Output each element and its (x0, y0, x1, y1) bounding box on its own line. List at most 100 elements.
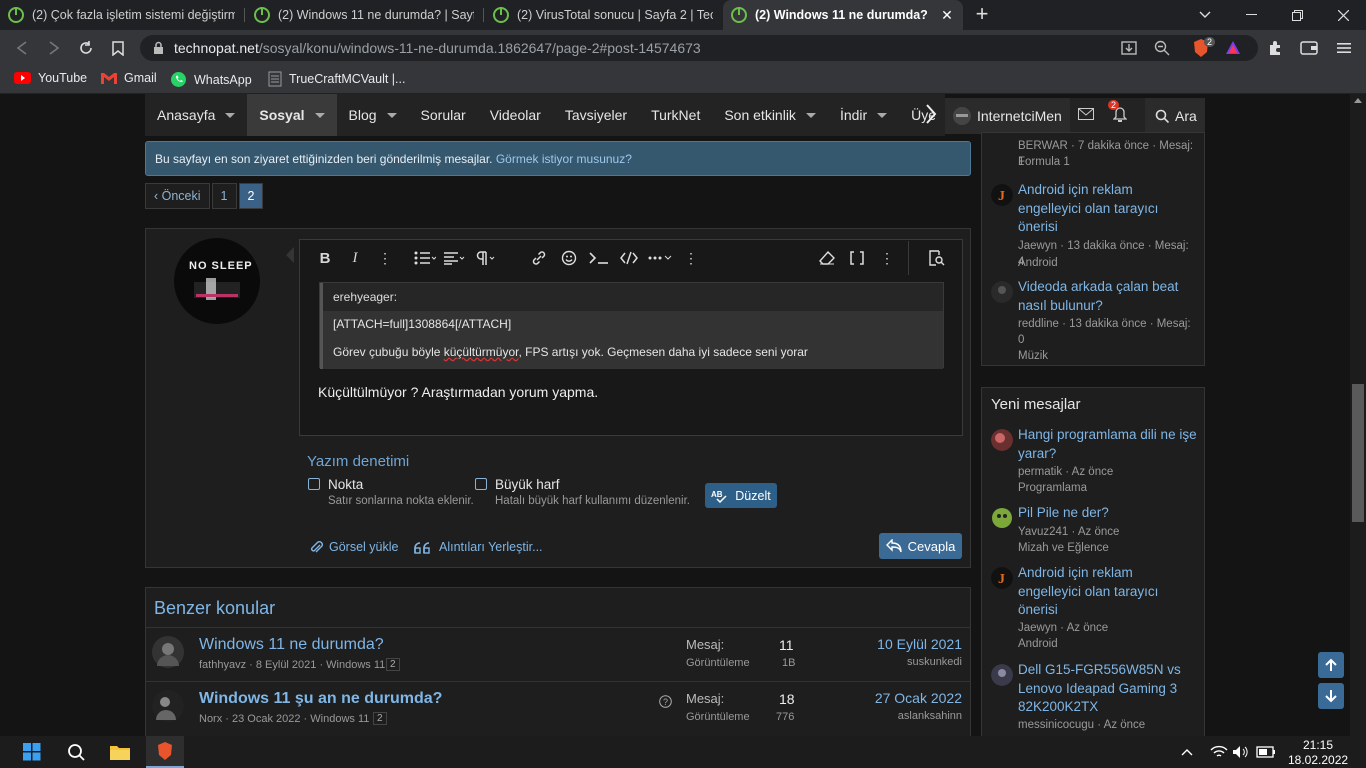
inbox-icon[interactable] (1078, 108, 1094, 120)
forward-icon[interactable] (43, 37, 65, 59)
scroll-bottom-button[interactable] (1318, 683, 1344, 709)
thread-title-link[interactable]: Windows 11 ne durumda? (199, 636, 384, 654)
message-editor[interactable]: B I ⋮ ⋮ ⋮ erehyeager: [ATTACH=full]13088… (299, 239, 963, 436)
bookmark-truecraft[interactable]: TrueCraftMCVault |... (268, 71, 405, 87)
thread-title-link[interactable]: Windows 11 şu an ne durumda? (199, 690, 442, 708)
menu-icon[interactable] (1333, 37, 1355, 59)
nokta-checkbox[interactable] (308, 478, 320, 490)
smiley-icon[interactable] (554, 243, 584, 273)
search-button[interactable]: Ara (1145, 98, 1205, 134)
code-icon[interactable] (614, 243, 644, 273)
bold-icon[interactable]: B (310, 243, 340, 273)
page-scrollbar[interactable] (1350, 94, 1366, 736)
buyuk-harf-checkbox[interactable] (475, 478, 487, 490)
wifi-icon[interactable] (1208, 736, 1230, 768)
tray-chevron-icon[interactable] (1176, 736, 1198, 768)
bookmark-icon[interactable] (107, 37, 129, 59)
system-clock[interactable]: 21:15 18.02.2022 (1288, 738, 1348, 768)
close-window-button[interactable] (1320, 0, 1366, 30)
battery-icon[interactable] (1255, 736, 1277, 768)
more-options-icon[interactable]: ⋮ (676, 243, 706, 273)
gmail-icon (101, 73, 117, 84)
last-post-date[interactable]: 10 Eylül 2021 (877, 636, 962, 652)
caret-down-icon[interactable] (805, 112, 816, 118)
thread-link[interactable]: Android için reklam engelleyici olan tar… (1018, 181, 1198, 237)
back-icon[interactable] (11, 37, 33, 59)
more-insert-icon[interactable] (644, 243, 676, 273)
page-link-1[interactable]: 1 (211, 183, 237, 209)
upload-image-button[interactable]: Görsel yükle (309, 540, 398, 554)
table-row[interactable]: Windows 11 ne durumda? fathhyavz · 8 Eyl… (146, 627, 970, 681)
prev-page-link[interactable]: ‹ Önceki (145, 183, 210, 209)
align-icon[interactable] (440, 243, 470, 273)
install-app-icon[interactable] (1120, 39, 1138, 57)
account-menu[interactable]: InternetciMen (945, 98, 1070, 134)
bookmark-whatsapp[interactable]: WhatsApp (170, 71, 252, 88)
link-icon[interactable] (524, 243, 554, 273)
browser-tab-2[interactable]: (2) Windows 11 ne durumda? | Sayfa 2 (246, 0, 482, 30)
terminal-icon[interactable] (584, 243, 614, 273)
tab-search-chevron-icon[interactable] (1182, 0, 1228, 30)
list-icon[interactable] (410, 243, 440, 273)
close-tab-icon[interactable]: ✕ (939, 7, 955, 24)
maximize-button[interactable] (1274, 0, 1320, 30)
browser-tab-active[interactable]: (2) Windows 11 ne durumda? | Sayfa ✕ (723, 0, 963, 30)
file-explorer-icon[interactable] (102, 736, 138, 768)
thread-link[interactable]: Dell G15-FGR556W85N vs Lenovo Ideapad Ga… (1018, 661, 1198, 717)
thread-link[interactable]: Hangi programlama dili ne işe yarar? (1018, 426, 1198, 463)
thread-link[interactable]: Pil Pile ne der? (1018, 504, 1198, 523)
taskbar-search-icon[interactable] (58, 736, 94, 768)
brave-rewards-icon[interactable] (1225, 40, 1241, 55)
preview-icon[interactable] (921, 243, 951, 273)
bbcode-toggle-icon[interactable] (842, 243, 872, 273)
fix-button[interactable]: AB Düzelt (705, 483, 777, 508)
insert-quotes-button[interactable]: Alıntıları Yerleştir... (414, 540, 543, 554)
thread-link[interactable]: Videoda arkada çalan beat nasıl bulunur? (1018, 278, 1198, 315)
scrollbar-thumb[interactable] (1352, 384, 1364, 522)
start-button[interactable] (14, 736, 50, 768)
italic-icon[interactable]: I (340, 243, 370, 273)
brave-taskbar-icon[interactable] (146, 736, 184, 768)
nav-blog[interactable]: Blog (337, 94, 409, 136)
last-post-date[interactable]: 27 Ocak 2022 (875, 690, 962, 706)
table-row[interactable]: Windows 11 şu an ne durumda? Norx · 23 O… (146, 681, 970, 735)
caret-down-icon[interactable] (877, 112, 888, 118)
clear-format-icon[interactable] (812, 243, 842, 273)
wallet-icon[interactable] (1298, 37, 1320, 59)
page-link-2[interactable]: 2 (238, 183, 264, 209)
more-options-icon[interactable]: ⋮ (872, 243, 902, 273)
paragraph-icon[interactable] (470, 243, 500, 273)
thread-link[interactable]: Android için reklam engelleyici olan tar… (1018, 564, 1198, 620)
thread-page-link[interactable]: 2 (386, 658, 400, 671)
thread-page-link[interactable]: 2 (373, 712, 387, 725)
nav-sosyal[interactable]: Sosyal (247, 94, 337, 136)
reload-icon[interactable] (75, 37, 97, 59)
nav-sorular[interactable]: Sorular (409, 94, 478, 136)
address-bar[interactable]: technopat.net/sosyal/konu/windows-11-ne-… (140, 35, 1258, 61)
scroll-top-button[interactable] (1318, 652, 1344, 678)
bookmark-youtube[interactable]: YouTube (14, 71, 87, 85)
volume-icon[interactable] (1230, 736, 1252, 768)
caret-down-icon[interactable] (386, 112, 397, 118)
browser-tab-3[interactable]: (2) VirusTotal sonucu | Sayfa 2 | Techno (485, 0, 721, 30)
nav-turknet[interactable]: TurkNet (639, 94, 712, 136)
nav-anasayfa[interactable]: Anasayfa (145, 94, 247, 136)
nav-scroll-right-icon[interactable] (925, 103, 937, 125)
reply-button[interactable]: Cevapla (879, 533, 962, 559)
bookmark-gmail[interactable]: Gmail (101, 71, 157, 85)
zoom-icon[interactable] (1153, 39, 1171, 57)
show-new-posts-link[interactable]: Görmek istiyor musunuz? (496, 152, 632, 166)
nav-videolar[interactable]: Videolar (478, 94, 553, 136)
last-poster[interactable]: aslanksahinn (898, 710, 962, 722)
nav-son-etkinlik[interactable]: Son etkinlik (712, 94, 828, 136)
browser-tab-1[interactable]: (2) Çok fazla işletim sistemi değiştirme (0, 0, 243, 30)
nav-tavsiyeler[interactable]: Tavsiyeler (553, 94, 639, 136)
new-tab-button[interactable]: + (970, 3, 994, 27)
caret-down-icon[interactable] (225, 112, 236, 118)
last-poster[interactable]: suskunkedi (907, 656, 962, 668)
caret-down-icon[interactable] (314, 112, 325, 118)
extensions-icon[interactable] (1264, 37, 1286, 59)
nav-indir[interactable]: İndir (828, 94, 899, 136)
more-options-icon[interactable]: ⋮ (370, 243, 400, 273)
minimize-button[interactable] (1228, 0, 1274, 30)
